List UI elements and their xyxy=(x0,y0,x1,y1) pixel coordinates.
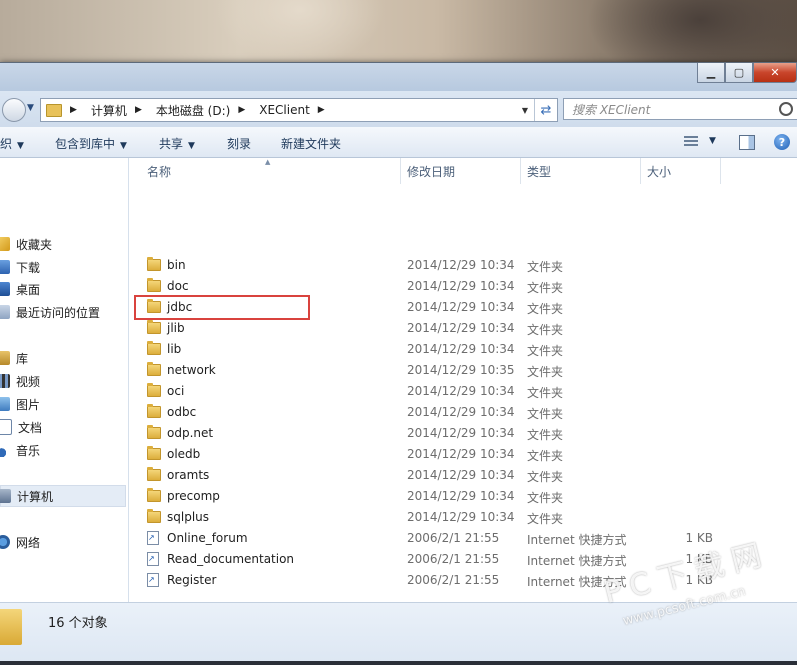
column-header-size[interactable]: 大小 xyxy=(647,158,671,184)
recent-pages-dropdown[interactable]: ▼ xyxy=(27,103,34,113)
file-row-oramts[interactable]: oramts 2014/12/29 10:34 文件夹 xyxy=(129,465,797,486)
documents-icon xyxy=(0,419,12,435)
file-row-oledb[interactable]: oledb 2014/12/29 10:34 文件夹 xyxy=(129,444,797,465)
help-icon[interactable]: ? xyxy=(774,134,790,150)
computer-icon xyxy=(0,489,11,503)
sort-ascending-icon: ▲ xyxy=(265,158,271,166)
folder-icon xyxy=(147,488,161,502)
search-icon[interactable] xyxy=(779,102,793,116)
sidebar-item-desktop[interactable]: 桌面 xyxy=(0,279,40,299)
sidebar-item-network[interactable]: 网络 xyxy=(0,532,40,552)
address-row: ▼ ▶ 计算机 ▶ 本地磁盘 (D:) ▶ XEClient ▶ ▼ ⇄ 搜索 XEC… xyxy=(0,91,797,127)
pictures-icon xyxy=(0,397,10,411)
library-icon xyxy=(0,351,10,365)
network-icon xyxy=(0,535,10,549)
file-row-sqlplus[interactable]: sqlplus 2014/12/29 10:34 文件夹 xyxy=(129,507,797,528)
details-pane: 16 个对象 xyxy=(0,602,797,662)
recent-places-icon xyxy=(0,305,10,319)
title-bar: ▁ ▢ ✕ xyxy=(0,63,797,91)
video-icon xyxy=(0,374,10,388)
file-row-network[interactable]: network 2014/12/29 10:35 文件夹 xyxy=(129,360,797,381)
file-row-odbc[interactable]: odbc 2014/12/29 10:34 文件夹 xyxy=(129,402,797,423)
file-row-odp-net[interactable]: odp.net 2014/12/29 10:34 文件夹 xyxy=(129,423,797,444)
internet-shortcut-icon xyxy=(147,552,159,566)
file-row-lib[interactable]: lib 2014/12/29 10:34 文件夹 xyxy=(129,339,797,360)
refresh-icon[interactable]: ⇄ xyxy=(534,99,557,121)
new-folder-button[interactable]: 新建文件夹 xyxy=(281,135,341,152)
window-bottom-edge xyxy=(0,661,797,665)
column-header-type[interactable]: 类型 xyxy=(527,158,551,184)
burn-button[interactable]: 刻录 xyxy=(227,135,251,152)
column-separator[interactable] xyxy=(400,158,401,184)
address-bar[interactable]: ▶ 计算机 ▶ 本地磁盘 (D:) ▶ XEClient ▶ ▼ ⇄ xyxy=(40,98,558,122)
file-row-precomp[interactable]: precomp 2014/12/29 10:34 文件夹 xyxy=(129,486,797,507)
folder-icon xyxy=(147,509,161,523)
caption-buttons: ▁ ▢ ✕ xyxy=(697,63,797,83)
breadcrumb-xeclient[interactable]: XEClient ▶ xyxy=(259,103,330,117)
sidebar-item-documents[interactable]: 文档 xyxy=(0,417,42,437)
address-dropdown[interactable]: ▼ xyxy=(517,99,533,121)
column-header-name[interactable]: 名称 xyxy=(147,158,171,184)
folder-icon xyxy=(46,103,62,117)
folder-icon xyxy=(147,362,161,376)
command-bar: 织 ▼ 包含到库中 ▼ 共享 ▼ 刻录 新建文件夹 ▼ ? xyxy=(0,127,797,158)
sidebar-item-favorites[interactable]: 收藏夹 xyxy=(0,234,52,254)
column-separator[interactable] xyxy=(720,158,721,184)
folder-icon xyxy=(147,404,161,418)
breadcrumb-root-arrow[interactable]: ▶ xyxy=(70,105,83,115)
include-in-library-button[interactable]: 包含到库中 ▼ xyxy=(55,135,127,152)
breadcrumb-drive-d[interactable]: 本地磁盘 (D:) ▶ xyxy=(156,102,251,119)
internet-shortcut-icon xyxy=(147,531,159,545)
file-row-doc[interactable]: doc 2014/12/29 10:34 文件夹 xyxy=(129,276,797,297)
explorer-window: ▁ ▢ ✕ ▼ ▶ 计算机 ▶ 本地磁盘 (D:) ▶ XEClient ▶ ▼ ⇄ … xyxy=(0,62,797,665)
internet-shortcut-icon xyxy=(147,573,159,587)
folder-icon xyxy=(147,446,161,460)
folder-icon xyxy=(147,425,161,439)
item-count: 16 个对象 xyxy=(48,616,108,631)
maximize-button[interactable]: ▢ xyxy=(725,63,753,83)
sidebar-item-videos[interactable]: 视频 xyxy=(0,371,40,391)
view-options-icon[interactable] xyxy=(684,136,698,148)
view-dropdown[interactable]: ▼ xyxy=(709,136,716,146)
sidebar-item-music[interactable]: 音乐 xyxy=(0,440,40,460)
navigation-pane: 收藏夹 下载 桌面 最近访问的位置 库 视频 图片 文档 音乐 计算机 网络 xyxy=(0,158,129,602)
sidebar-item-recent[interactable]: 最近访问的位置 xyxy=(0,302,100,322)
folder-icon xyxy=(0,609,22,645)
music-icon xyxy=(0,443,10,457)
file-list: ▲ 名称 修改日期 类型 大小 bin 2014/12/29 10:34 文件夹 d… xyxy=(129,158,797,602)
downloads-icon xyxy=(0,260,10,274)
file-row-register[interactable]: Register2006/2/1 21:55Internet 快捷方式1 KB xyxy=(129,570,797,591)
column-header-date[interactable]: 修改日期 xyxy=(407,158,455,184)
sidebar-item-pictures[interactable]: 图片 xyxy=(0,394,40,414)
minimize-button[interactable]: ▁ xyxy=(697,63,725,83)
folder-icon xyxy=(147,257,161,271)
folder-icon xyxy=(147,341,161,355)
folder-icon xyxy=(147,320,161,334)
file-row-bin[interactable]: bin 2014/12/29 10:34 文件夹 xyxy=(129,255,797,276)
network-highlight-box xyxy=(134,295,310,320)
sidebar-item-libraries[interactable]: 库 xyxy=(0,348,28,368)
file-row-jlib[interactable]: jlib 2014/12/29 10:34 文件夹 xyxy=(129,318,797,339)
back-button[interactable] xyxy=(2,98,26,122)
preview-pane-icon[interactable] xyxy=(739,135,755,150)
folder-icon xyxy=(147,278,161,292)
star-icon xyxy=(0,237,10,251)
organize-button[interactable]: 织 ▼ xyxy=(0,135,24,152)
folder-icon xyxy=(147,467,161,481)
search-input[interactable]: 搜索 XEClient xyxy=(563,98,797,120)
sidebar-item-downloads[interactable]: 下载 xyxy=(0,257,40,277)
sidebar-item-computer[interactable]: 计算机 xyxy=(0,485,126,507)
desktop-icon xyxy=(0,282,10,296)
file-row-oci[interactable]: oci 2014/12/29 10:34 文件夹 xyxy=(129,381,797,402)
folder-icon xyxy=(147,383,161,397)
file-row-online-forum[interactable]: Online_forum2006/2/1 21:55Internet 快捷方式1… xyxy=(129,528,797,549)
close-button[interactable]: ✕ xyxy=(753,63,797,83)
column-separator[interactable] xyxy=(520,158,521,184)
search-placeholder: 搜索 XEClient xyxy=(572,102,651,117)
share-button[interactable]: 共享 ▼ xyxy=(159,135,195,152)
column-separator[interactable] xyxy=(640,158,641,184)
breadcrumb-computer[interactable]: 计算机 ▶ xyxy=(91,102,148,119)
file-row-read-documentation[interactable]: Read_documentation2006/2/1 21:55Internet… xyxy=(129,549,797,570)
